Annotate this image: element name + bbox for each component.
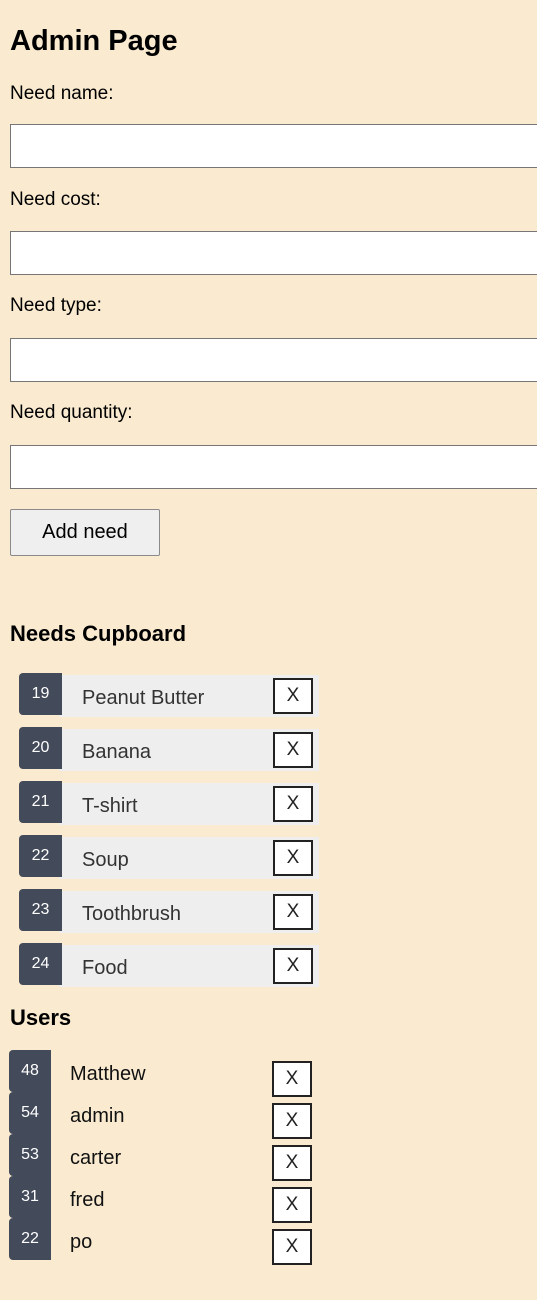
need-cost-input[interactable] (10, 231, 537, 275)
delete-need-button[interactable]: X (273, 786, 313, 822)
need-name-input[interactable] (10, 124, 537, 168)
delete-need-button[interactable]: X (273, 678, 313, 714)
user-id-badge: 22 (9, 1218, 51, 1260)
delete-need-button[interactable]: X (273, 948, 313, 984)
delete-need-button[interactable]: X (273, 894, 313, 930)
need-cost-label: Need cost: (10, 189, 101, 210)
user-name[interactable]: admin (70, 1105, 124, 1127)
need-item: 19 Peanut Butter X (19, 673, 319, 717)
user-id-badge: 53 (9, 1134, 51, 1176)
need-id-badge: 20 (19, 727, 62, 769)
delete-user-button[interactable]: X (272, 1229, 312, 1265)
need-item: 23 Toothbrush X (19, 889, 319, 933)
user-id-badge: 48 (9, 1050, 51, 1092)
delete-need-button[interactable]: X (273, 732, 313, 768)
user-name[interactable]: Matthew (70, 1063, 146, 1085)
needs-cupboard-heading: Needs Cupboard (10, 621, 187, 646)
user-id-badge: 31 (9, 1176, 51, 1218)
need-type-input[interactable] (10, 338, 537, 382)
need-name[interactable]: T-shirt (82, 795, 138, 817)
need-name[interactable]: Peanut Butter (82, 687, 204, 709)
user-name[interactable]: fred (70, 1189, 104, 1211)
need-item: 24 Food X (19, 943, 319, 987)
need-id-badge: 23 (19, 889, 62, 931)
need-type-label: Need type: (10, 295, 102, 316)
add-need-button[interactable]: Add need (10, 509, 160, 556)
need-id-badge: 24 (19, 943, 62, 985)
need-quantity-input[interactable] (10, 445, 537, 489)
need-id-badge: 21 (19, 781, 62, 823)
need-item: 20 Banana X (19, 727, 319, 771)
user-item: 54 admin X (9, 1092, 329, 1139)
need-id-badge: 19 (19, 673, 62, 715)
need-id-badge: 22 (19, 835, 62, 877)
need-name[interactable]: Food (82, 957, 128, 979)
page-title: Admin Page (10, 25, 178, 57)
need-item: 22 Soup X (19, 835, 319, 879)
delete-need-button[interactable]: X (273, 840, 313, 876)
need-name-label: Need name: (10, 83, 114, 104)
need-name[interactable]: Soup (82, 849, 129, 871)
needs-list: 19 Peanut Butter X 20 Banana X 21 T-shir… (10, 673, 537, 987)
users-heading: Users (10, 1005, 72, 1030)
users-list: 48 Matthew X 54 admin X 53 carter X 31 f… (9, 1050, 537, 1265)
need-name[interactable]: Banana (82, 741, 151, 763)
add-need-form: Need name: Need cost: Need type: Need qu… (10, 83, 537, 556)
user-item: 31 fred X (9, 1176, 329, 1223)
need-item: 21 T-shirt X (19, 781, 319, 825)
user-item: 48 Matthew X (9, 1050, 329, 1097)
need-name[interactable]: Toothbrush (82, 903, 181, 925)
user-name[interactable]: carter (70, 1147, 121, 1169)
user-name[interactable]: po (70, 1231, 92, 1253)
user-id-badge: 54 (9, 1092, 51, 1134)
user-item: 53 carter X (9, 1134, 329, 1181)
admin-page: Admin Page Need name: Need cost: Need ty… (0, 0, 537, 1265)
user-item: 22 po X (9, 1218, 329, 1265)
need-quantity-label: Need quantity: (10, 402, 133, 423)
